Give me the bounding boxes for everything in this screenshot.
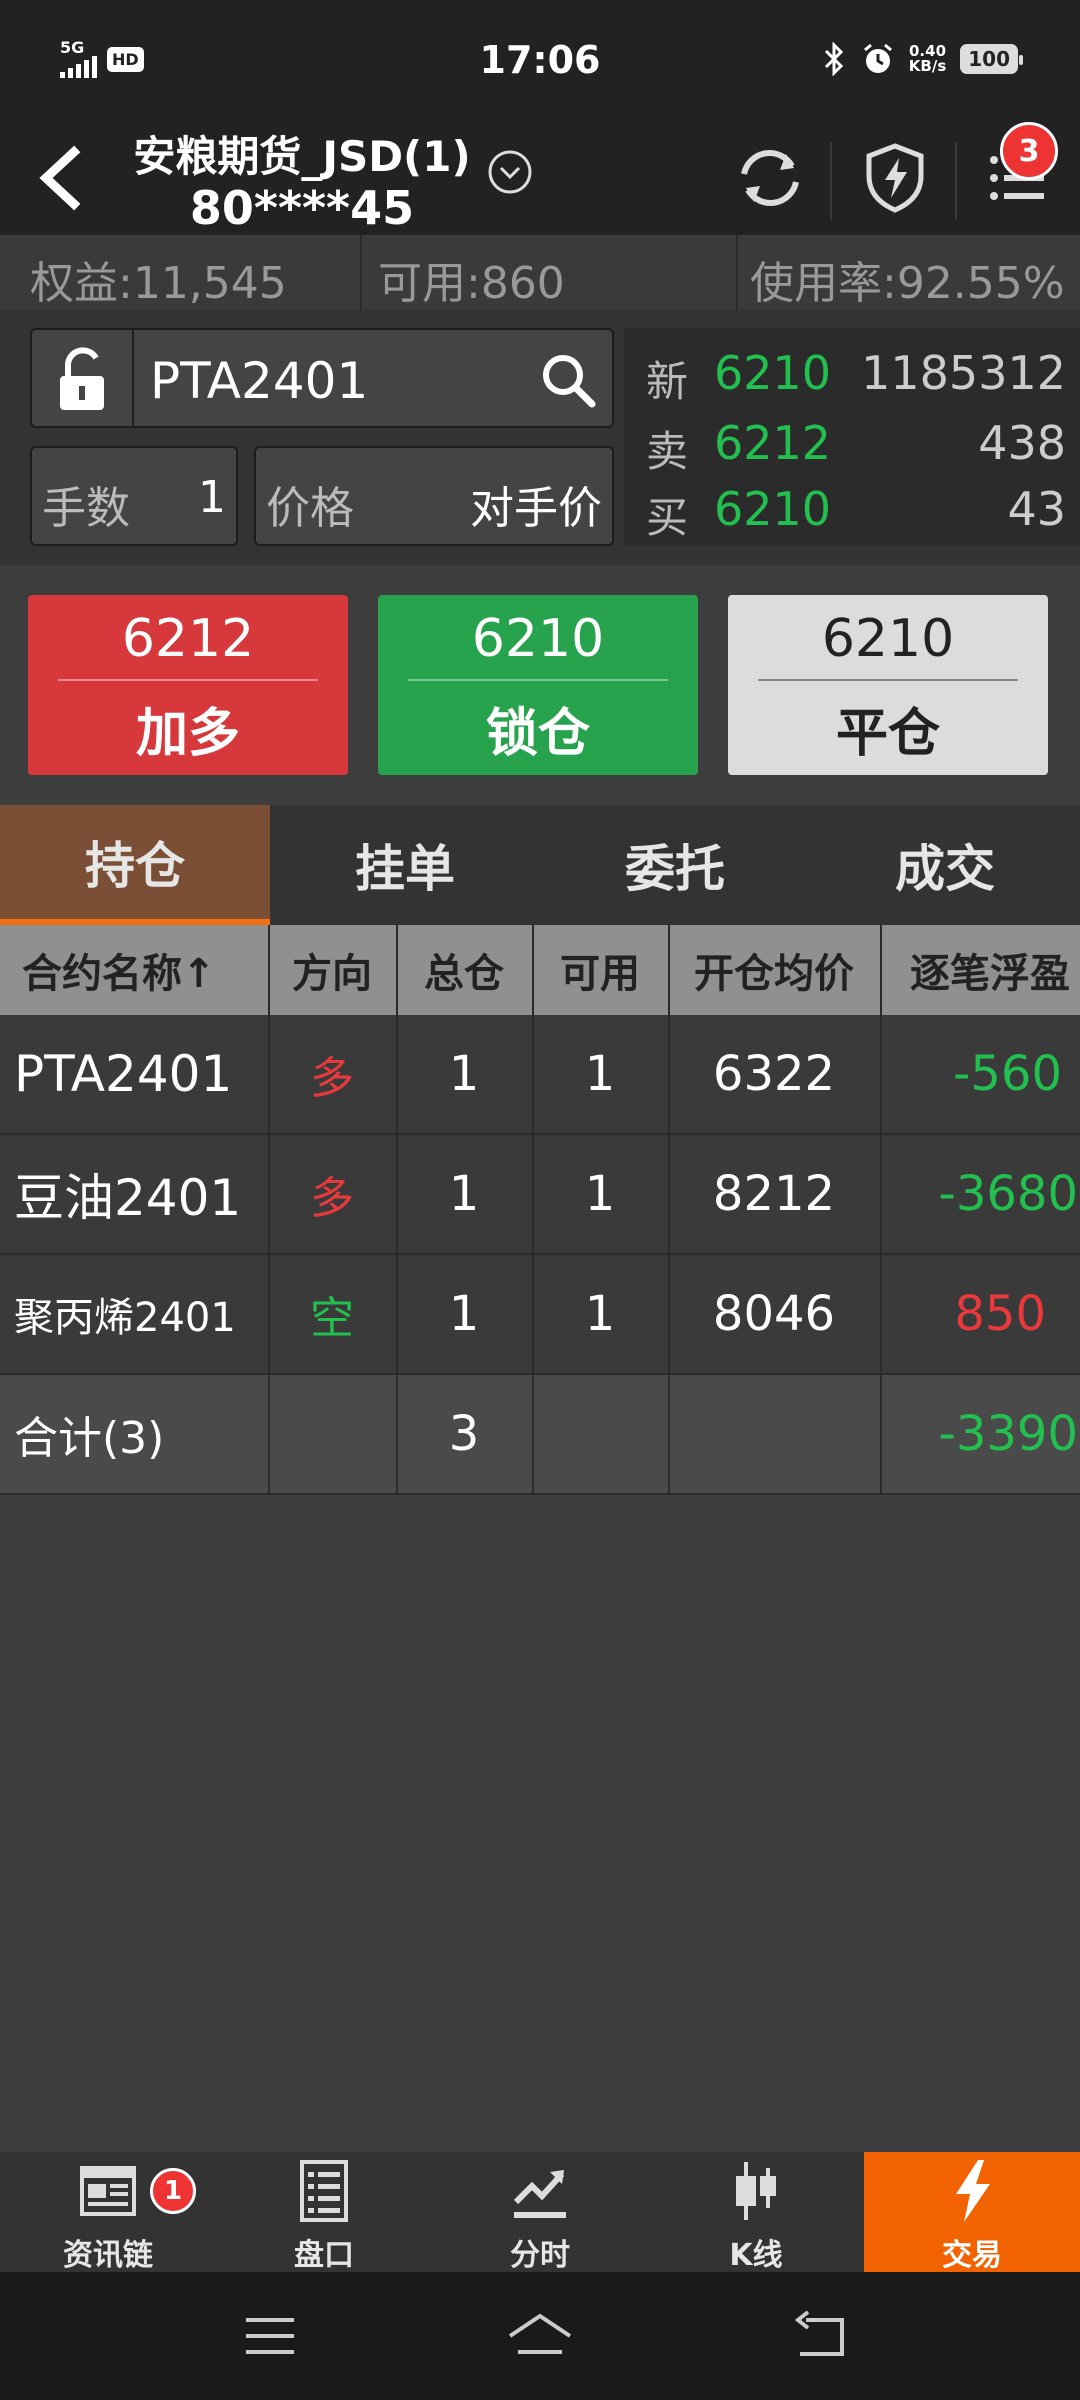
lock-toggle-button[interactable] — [30, 328, 132, 428]
chevron-down-icon[interactable] — [486, 148, 534, 196]
unlock-icon — [60, 347, 104, 410]
account-summary-bar: 权益:11,545 可用:860 使用率:92.55% — [0, 235, 1080, 310]
news-icon — [80, 2166, 136, 2216]
lock-position-button[interactable]: 6210 锁仓 — [378, 595, 698, 775]
news-badge: 1 — [150, 2168, 196, 2214]
close-position-button[interactable]: 6210 平仓 — [728, 595, 1048, 775]
col-header-contract[interactable]: 合约名称↑ — [0, 925, 268, 1015]
symbol-input[interactable]: PTA2401 — [132, 328, 614, 428]
col-header-pnl[interactable]: 逐笔浮盈 — [880, 925, 1080, 1015]
price-label: 价格 — [266, 483, 354, 534]
account-name: 安粮期货_JSD(1) — [133, 132, 471, 181]
tab-pending-orders[interactable]: 挂单 — [270, 805, 540, 925]
nav-kline[interactable]: K线 — [648, 2152, 864, 2273]
tab-bar: 持仓 挂单 委托 成交 — [0, 805, 1080, 925]
quantity-field[interactable]: 手数 1 — [30, 446, 238, 546]
quote-row-last: 新 6210 1185312 — [646, 346, 1066, 406]
price-field[interactable]: 价格 对手价 — [254, 446, 614, 546]
divider — [736, 235, 738, 310]
divider — [360, 235, 362, 310]
lightning-icon — [956, 2160, 990, 2222]
symbol-text: PTA2401 — [150, 352, 369, 410]
bluetooth-icon — [824, 42, 843, 76]
back-nav-icon[interactable] — [790, 2308, 850, 2364]
app-header: 安粮期货_JSD(1) 80****45 3 — [0, 120, 1080, 235]
quote-panel: 新 6210 1185312 卖 6212 438 买 6210 43 — [624, 328, 1080, 546]
equity-value: 权益:11,545 — [30, 258, 287, 309]
nav-orderbook[interactable]: 盘口 — [216, 2152, 432, 2273]
col-header-total[interactable]: 总仓 — [396, 925, 532, 1015]
network-speed: 0.40 KB/s — [908, 42, 947, 75]
back-icon[interactable] — [26, 138, 96, 218]
battery-indicator: 100 — [960, 44, 1023, 74]
alarm-icon — [863, 43, 892, 73]
refresh-icon[interactable] — [730, 138, 810, 218]
table-total-row: 合计(3) 3 -3390 — [0, 1375, 1080, 1495]
account-id: 80****45 — [189, 181, 415, 235]
table-row[interactable]: 聚丙烯2401 空 1 1 8046 850 — [0, 1255, 1080, 1375]
bottom-navigation: 资讯链 1 盘口 分时 K线 交易 — [0, 2152, 1080, 2273]
shield-lightning-icon[interactable] — [855, 138, 935, 218]
header-divider — [955, 142, 957, 220]
nav-news[interactable]: 资讯链 1 — [0, 2152, 216, 2273]
col-header-direction[interactable]: 方向 — [268, 925, 396, 1015]
col-header-available[interactable]: 可用 — [532, 925, 668, 1015]
orderbook-icon — [300, 2160, 348, 2222]
quote-row-ask: 卖 6212 438 — [646, 416, 1066, 476]
usage-rate: 使用率:92.55% — [750, 258, 1065, 309]
recent-apps-icon[interactable] — [240, 2308, 300, 2364]
nav-timeshare[interactable]: 分时 — [432, 2152, 648, 2273]
nav-trade[interactable]: 交易 — [864, 2152, 1080, 2273]
timeshare-icon — [513, 2170, 566, 2218]
table-row[interactable]: 豆油2401 多 1 1 8212 -3680 — [0, 1135, 1080, 1255]
price-value: 对手价 — [470, 483, 602, 534]
quote-row-bid: 买 6210 43 — [646, 482, 1066, 542]
account-selector[interactable]: 安粮期货_JSD(1) 80****45 — [122, 120, 482, 232]
table-header: 合约名称↑ 方向 总仓 可用 开仓均价 逐笔浮盈 — [0, 925, 1080, 1015]
search-icon[interactable] — [538, 350, 598, 410]
status-bar: 5G HD 17:06 0.40 KB/s 100 — [0, 0, 1080, 120]
order-input-panel: PTA2401 手数 1 价格 对手价 新 6210 1185312 卖 621… — [0, 310, 1080, 565]
col-header-avg-price[interactable]: 开仓均价 — [668, 925, 880, 1015]
header-divider — [830, 142, 832, 220]
add-long-button[interactable]: 6212 加多 — [28, 595, 348, 775]
table-row[interactable]: PTA2401 多 1 1 6322 -560 — [0, 1015, 1080, 1135]
tab-positions[interactable]: 持仓 — [0, 805, 270, 925]
tab-trades[interactable]: 成交 — [810, 805, 1080, 925]
quantity-label: 手数 — [42, 483, 130, 534]
tab-orders[interactable]: 委托 — [540, 805, 810, 925]
notification-badge: 3 — [1000, 122, 1058, 180]
system-navigation-bar — [0, 2272, 1080, 2400]
home-icon[interactable] — [504, 2308, 576, 2364]
quantity-value: 1 — [198, 472, 226, 523]
available-value: 可用:860 — [378, 258, 565, 309]
candlestick-icon — [736, 2162, 776, 2220]
